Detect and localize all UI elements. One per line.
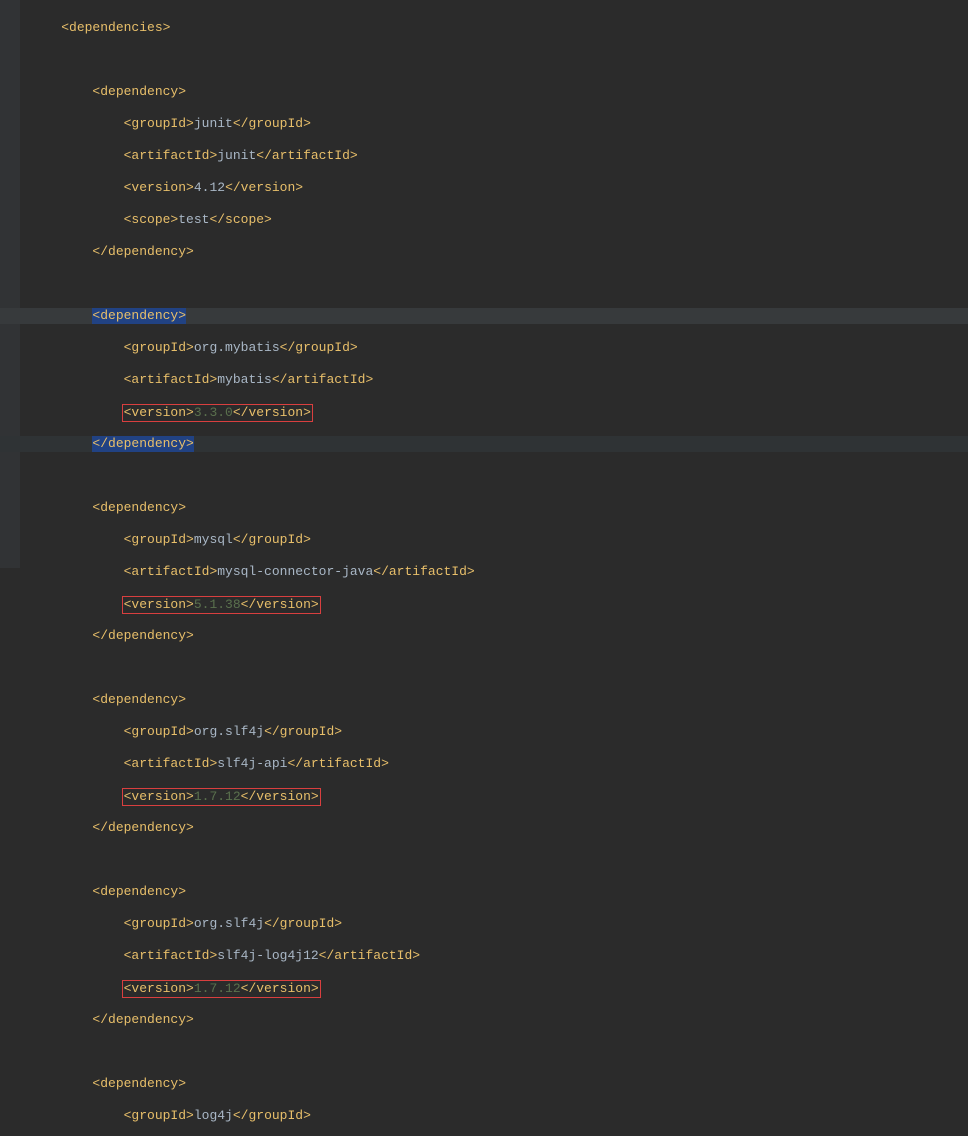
groupId-value: junit	[194, 116, 233, 131]
artifactId-value: mysql-connector-java	[217, 564, 373, 579]
editor-gutter	[0, 0, 20, 568]
artifactId-value: mybatis	[217, 372, 272, 387]
artifactId-value: junit	[217, 148, 256, 163]
version-highlight-box: <version>3.3.0</version>	[122, 404, 313, 422]
groupId-value: log4j	[194, 1108, 233, 1123]
version-value: 1.7.12	[194, 789, 241, 804]
artifactId-value: slf4j-log4j12	[217, 948, 318, 963]
version-value: 3.3.0	[194, 405, 233, 420]
version-highlight-box: <version>1.7.12</version>	[122, 788, 321, 806]
indent	[30, 20, 61, 35]
dependency-close-tag: </dependency>	[92, 244, 193, 259]
groupId-value: mysql	[194, 532, 233, 547]
dependencies-open-tag: <dependencies>	[61, 20, 170, 35]
artifactId-value: slf4j-api	[217, 756, 287, 771]
scope-value: test	[178, 212, 209, 227]
code-editor[interactable]: <dependencies> <dependency> <groupId>jun…	[0, 4, 968, 1136]
groupId-value: org.slf4j	[194, 724, 264, 739]
version-value: 4.12	[194, 180, 225, 195]
version-value: 5.1.38	[194, 597, 241, 612]
version-highlight-box: <version>5.1.38</version>	[122, 596, 321, 614]
version-highlight-box: <version>1.7.12</version>	[122, 980, 321, 998]
groupId-value: org.mybatis	[194, 340, 280, 355]
groupId-value: org.slf4j	[194, 916, 264, 931]
version-value: 1.7.12	[194, 981, 241, 996]
dependency-open-tag: <dependency>	[92, 84, 186, 99]
dependency-close-tag-selected: </dependency>	[92, 436, 193, 452]
dependency-open-tag-selected: <dependency>	[92, 308, 186, 324]
